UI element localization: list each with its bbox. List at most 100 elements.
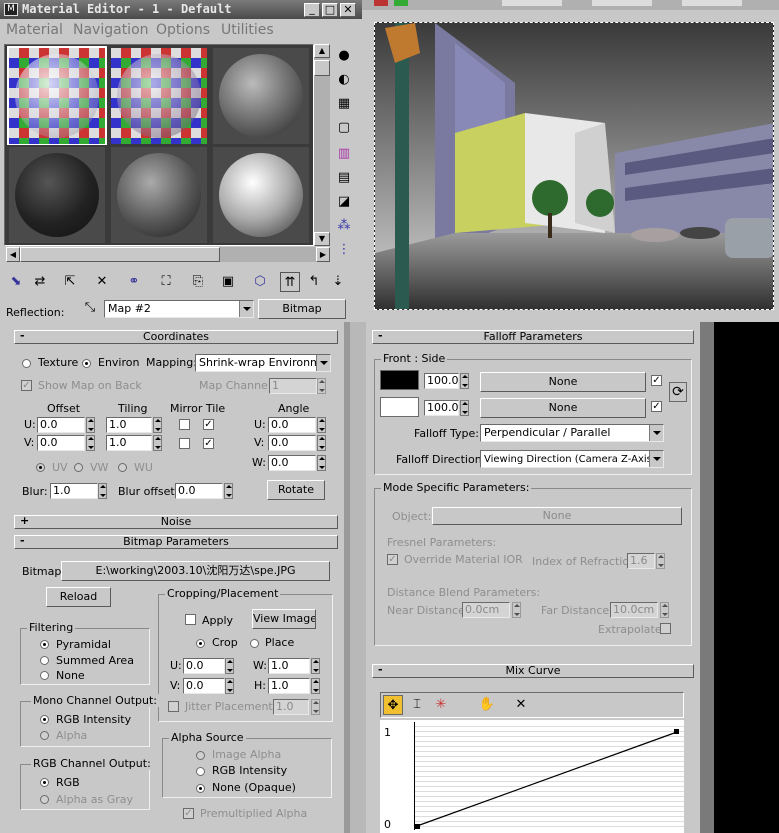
crop-v-field[interactable]: 0.0 <box>183 678 225 694</box>
jitter-field[interactable]: 1.0 <box>273 699 309 715</box>
show-map-on-back-checkbox[interactable]: ✓ <box>21 380 32 391</box>
options-icon[interactable]: ◪ <box>334 192 354 212</box>
menu-material[interactable]: Material <box>6 22 63 38</box>
premultiplied-alpha-checkbox[interactable]: ✓ <box>183 808 194 819</box>
v-angle-spinner[interactable] <box>317 435 326 451</box>
add-point-icon[interactable]: ✳ <box>431 695 451 715</box>
override-ior-checkbox[interactable]: ✓ <box>387 554 398 565</box>
sample-slot-5[interactable] <box>109 145 209 245</box>
u-mirror-checkbox[interactable] <box>179 419 190 430</box>
toolbar-field[interactable] <box>682 0 742 6</box>
view-image-button[interactable]: View Image <box>252 609 316 629</box>
side-map-enable-checkbox[interactable]: ✓ <box>651 401 662 412</box>
put-material-icon[interactable]: ⇄ <box>30 272 50 292</box>
mapping-dropdown[interactable]: Shrink-wrap Environment <box>195 354 331 372</box>
sample-slots-hscroll[interactable]: ◀ ▶ <box>6 247 330 262</box>
u-offset-field[interactable]: 0.0 <box>37 417 85 433</box>
mono-rgb-intensity-radio[interactable] <box>40 715 49 724</box>
map-name-dropdown[interactable]: Map #2 <box>104 300 254 318</box>
toolbar-field[interactable] <box>502 0 562 6</box>
v-tiling-spinner[interactable] <box>153 435 162 451</box>
close-button[interactable]: ✕ <box>340 3 356 17</box>
blur-spinner[interactable] <box>98 483 107 499</box>
bitmap-path-button[interactable]: E:\working\2003.10\沈阳万达\spe.JPG <box>61 561 330 581</box>
falloff-panel-scrollbar[interactable] <box>700 322 714 833</box>
u-tiling-spinner[interactable] <box>153 417 162 433</box>
mix-curve-graph[interactable]: 1 0 <box>380 720 684 833</box>
blur-field[interactable]: 1.0 <box>50 483 98 499</box>
map-channel-field[interactable]: 1 <box>269 378 317 394</box>
pick-material-icon[interactable]: ⇣ <box>328 272 348 292</box>
pyramidal-radio[interactable] <box>40 640 49 649</box>
scroll-thumb[interactable] <box>20 247 220 262</box>
crop-u-field[interactable]: 0.0 <box>183 658 225 674</box>
front-amount-field[interactable]: 100.0 <box>424 373 459 389</box>
minimize-button[interactable]: _ <box>304 3 320 17</box>
filter-none-radio[interactable] <box>40 671 49 680</box>
pick-map-icon[interactable]: ⤡ <box>80 298 100 318</box>
mono-alpha-radio[interactable] <box>40 731 49 740</box>
mix-curve-rollout-header[interactable]: - Mix Curve <box>372 664 694 678</box>
sample-type-icon[interactable]: ● <box>334 46 354 66</box>
front-color-swatch[interactable] <box>380 370 419 390</box>
menu-options[interactable]: Options <box>156 22 210 38</box>
rotate-button[interactable]: Rotate <box>267 480 325 500</box>
scroll-down-button[interactable]: ▼ <box>314 232 330 246</box>
go-to-parent-icon[interactable]: ⇈ <box>280 272 300 292</box>
far-distance-field[interactable]: 10.0cm <box>610 602 658 618</box>
map-type-button[interactable]: Bitmap <box>258 299 346 319</box>
w-angle-field[interactable]: 0.0 <box>268 455 316 471</box>
put-to-library-icon[interactable]: ⛶ <box>156 272 176 292</box>
side-amount-field[interactable]: 100.0 <box>424 400 459 416</box>
scroll-thumb[interactable] <box>314 60 330 76</box>
alpha-as-gray-radio[interactable] <box>40 795 49 804</box>
u-angle-field[interactable]: 0.0 <box>268 417 316 433</box>
v-mirror-checkbox[interactable] <box>179 438 190 449</box>
maximize-button[interactable]: □ <box>322 3 338 17</box>
toolbar-button[interactable] <box>374 0 388 6</box>
ior-spinner[interactable] <box>656 553 665 569</box>
w-angle-spinner[interactable] <box>317 455 326 471</box>
material-effects-channel-icon[interactable]: ⎘ <box>188 272 208 292</box>
v-angle-field[interactable]: 0.0 <box>268 435 316 451</box>
v-tiling-field[interactable]: 1.0 <box>106 435 152 451</box>
crop-h-spinner[interactable] <box>311 678 320 694</box>
crop-radio[interactable] <box>196 639 205 648</box>
toolbar-field[interactable] <box>592 0 652 6</box>
extrapolate-checkbox[interactable] <box>660 623 671 634</box>
side-map-button[interactable]: None <box>480 398 646 418</box>
falloff-direction-dropdown[interactable]: Viewing Direction (Camera Z-Axis) <box>480 450 664 468</box>
image-alpha-radio[interactable] <box>196 751 205 760</box>
backlight-icon[interactable]: ◐ <box>334 70 354 90</box>
sample-slot-3[interactable] <box>211 46 311 146</box>
u-tile-checkbox[interactable]: ✓ <box>203 419 214 430</box>
texture-radio[interactable] <box>22 359 31 368</box>
assign-material-icon[interactable]: ⇱ <box>60 272 80 292</box>
v-offset-spinner[interactable] <box>86 435 95 451</box>
map-channel-spinner[interactable] <box>317 378 326 394</box>
jitter-spinner[interactable] <box>311 699 320 715</box>
crop-v-spinner[interactable] <box>225 678 234 694</box>
curve-plot-area[interactable] <box>414 722 684 830</box>
place-radio[interactable] <box>250 639 259 648</box>
show-map-in-viewport-icon[interactable]: ▣ <box>218 272 238 292</box>
swap-colors-icon[interactable]: ⟳ <box>669 382 687 402</box>
scroll-left-button[interactable]: ◀ <box>6 247 20 262</box>
go-forward-sibling-icon[interactable]: ↰ <box>304 272 324 292</box>
jitter-checkbox[interactable] <box>168 701 179 712</box>
sample-slots-vscroll[interactable]: ▲ ▼ <box>314 44 330 246</box>
move-icon[interactable]: ✥ <box>383 695 403 715</box>
front-map-button[interactable]: None <box>480 372 646 392</box>
title-bar[interactable]: M Material Editor - 1 - Default _ □ ✕ <box>0 0 362 19</box>
object-button[interactable]: None <box>432 507 682 525</box>
uv-radio[interactable] <box>36 463 45 472</box>
front-map-enable-checkbox[interactable]: ✓ <box>651 375 662 386</box>
menu-utilities[interactable]: Utilities <box>221 22 274 38</box>
falloff-rollout-header[interactable]: - Falloff Parameters <box>372 330 694 344</box>
sample-slot-2[interactable] <box>109 46 209 146</box>
v-offset-field[interactable]: 0.0 <box>37 435 85 451</box>
delete-point-icon[interactable]: ✕ <box>511 695 531 715</box>
sample-slot-6[interactable] <box>211 145 311 245</box>
scroll-up-button[interactable]: ▲ <box>314 44 330 58</box>
wu-radio[interactable] <box>118 463 127 472</box>
